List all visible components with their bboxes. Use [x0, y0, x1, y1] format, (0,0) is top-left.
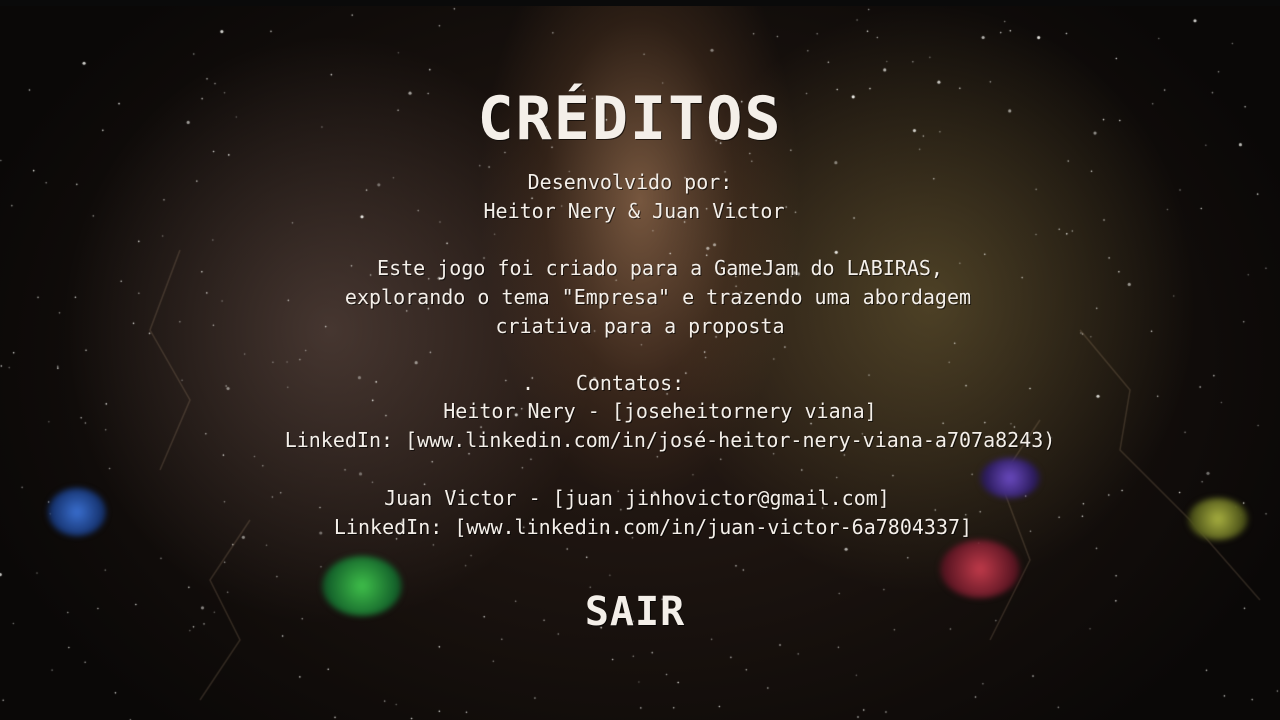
description-line-3: criativa para a proposta	[495, 314, 785, 338]
green-gem-decoration	[322, 556, 402, 616]
red-gem-decoration	[940, 540, 1020, 598]
developer-names: Heitor Nery & Juan Victor	[483, 199, 785, 223]
heitor-linkedin-link: LinkedIn: [www.linkedin.com/in/josé-heit…	[284, 428, 1056, 452]
exit-button[interactable]: SAIR	[560, 586, 710, 638]
credits-title: CRÉDITOS	[477, 84, 783, 154]
description-line-2: explorando o tema "Empresa" e trazendo u…	[344, 285, 972, 309]
juan-contact-email: Juan Victor - [juan jinhovictor@gmail.co…	[384, 486, 890, 510]
credits-screen: CRÉDITOS Desenvolvido por: Heitor Nery &…	[0, 0, 1280, 720]
juan-linkedin-link: LinkedIn: [www.linkedin.com/in/juan-vict…	[333, 515, 973, 539]
heitor-contact-email: Heitor Nery - [joseheitornery viana]	[443, 399, 877, 423]
contacts-label: Contatos:	[575, 371, 685, 395]
description-line-1: Este jogo foi criado para a GameJam do L…	[377, 256, 943, 280]
developed-by-label: Desenvolvido por:	[527, 170, 733, 194]
